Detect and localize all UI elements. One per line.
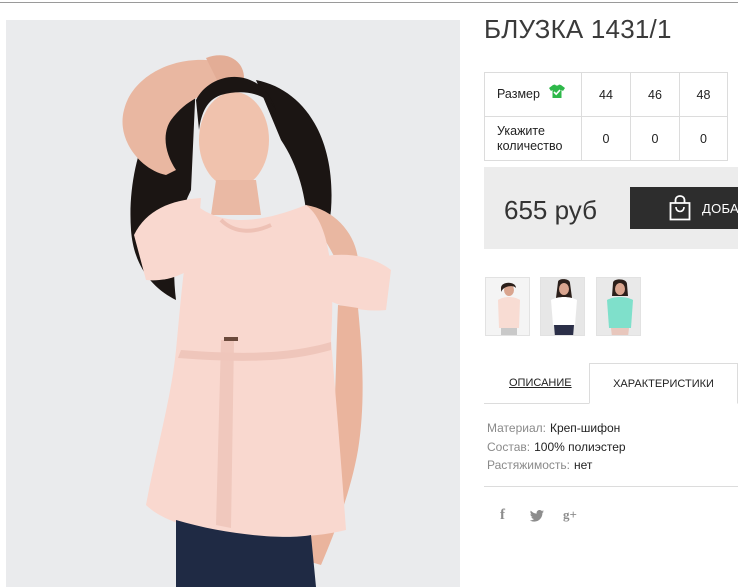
- twitter-icon[interactable]: [529, 509, 544, 525]
- size-44[interactable]: 44: [581, 72, 631, 117]
- size-label-cell: Размер: [484, 72, 582, 117]
- quantity-48-field[interactable]: 0: [679, 116, 728, 161]
- quantity-row: Укажите количество 0 0 0: [484, 116, 728, 161]
- product-title: БЛУЗКА 1431/1: [484, 14, 672, 44]
- shirt-size-icon[interactable]: [549, 84, 566, 102]
- spec-label: Материал:: [487, 421, 546, 435]
- spec-row-material: Материал: Креп-шифон: [487, 419, 626, 438]
- thumbnail-3-image: [597, 278, 640, 335]
- size-46[interactable]: 46: [630, 72, 680, 117]
- thumbnail-2[interactable]: [540, 277, 585, 336]
- spec-row-stretch: Растяжимость: нет: [487, 456, 626, 475]
- price-block: 655 руб ДОБАВ: [484, 167, 738, 249]
- specs-divider: [484, 486, 738, 487]
- quantity-label: Укажите количество: [484, 116, 582, 161]
- tab-description[interactable]: ОПИСАНИЕ: [509, 377, 572, 389]
- product-photo-illustration: [6, 20, 460, 587]
- thumbnail-1[interactable]: [485, 277, 530, 336]
- size-48[interactable]: 48: [679, 72, 728, 117]
- spec-value: Креп-шифон: [549, 421, 621, 435]
- facebook-icon[interactable]: f: [500, 507, 505, 524]
- spec-label: Растяжимость:: [487, 458, 571, 472]
- spec-value: нет: [574, 458, 593, 472]
- top-divider: [0, 2, 738, 3]
- quantity-44-field[interactable]: 0: [581, 116, 631, 161]
- thumbnail-3[interactable]: [596, 277, 641, 336]
- google-plus-icon[interactable]: g+: [563, 507, 577, 523]
- size-row: Размер 44 46 48: [484, 72, 728, 117]
- spec-value: 100% полиэстер: [534, 439, 626, 454]
- thumbnail-2-image: [541, 278, 584, 335]
- product-price: 655 руб: [504, 195, 597, 225]
- product-main-image[interactable]: [6, 20, 460, 587]
- size-label: Размер: [497, 86, 540, 101]
- product-specs: Материал: Креп-шифон Состав: 100% полиэсте…: [487, 419, 626, 475]
- spec-label: Состав:: [487, 439, 531, 454]
- tab-characteristics[interactable]: ХАРАКТЕРИСТИКИ: [589, 363, 738, 404]
- size-quantity-table: Размер 44 46 48 Укажите количество 0 0 0: [484, 72, 728, 161]
- add-to-cart-button[interactable]: ДОБАВ: [630, 187, 738, 229]
- thumbnail-1-image: [486, 278, 529, 335]
- add-to-cart-label: ДОБАВ: [702, 201, 738, 216]
- spec-row-composition: Состав: 100% полиэстер: [487, 438, 626, 457]
- shopping-bag-icon: [668, 195, 692, 226]
- quantity-46-field[interactable]: 0: [630, 116, 680, 161]
